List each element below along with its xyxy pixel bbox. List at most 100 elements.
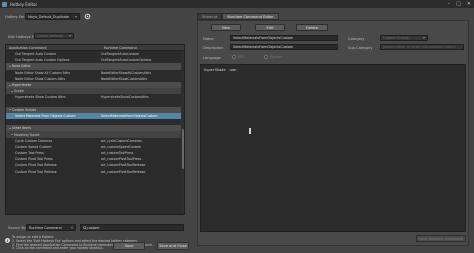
gear-icon[interactable] [84, 13, 91, 20]
application-command-cell: Hypershade Show Custom Attrs [6, 95, 101, 99]
scrollbar-thumb[interactable] [181, 129, 184, 169]
application-command-text: Modeling Toolkit [14, 132, 40, 137]
application-command-text: Node Editor Show Custom Attrs [15, 76, 66, 81]
hotkey-set-value: Maya_Default_Duplicate [28, 14, 70, 19]
description-field[interactable]: SelectMaterialsFromObjectsCustom [230, 44, 338, 50]
application-command-text: Select Materials From Objects Custom [15, 113, 76, 118]
application-command-text: Node Editor [12, 64, 31, 69]
save-runtime-command-button[interactable]: Save Runtime Command [416, 235, 466, 242]
edit-hotkeys-for-dropdown[interactable]: Global (default) [34, 33, 74, 39]
application-command-cell: Graph [6, 89, 101, 93]
application-command-cell: Custom Pivot Tool Press [6, 157, 101, 161]
application-command-text: Custom Pivot Tool Press [15, 157, 53, 162]
expand-triangle-icon[interactable] [11, 134, 13, 136]
description-label: Description [203, 46, 224, 50]
chevron-down-icon [75, 15, 77, 18]
application-command-text: Custom Speed Custom [15, 144, 52, 149]
list-scrollbar[interactable] [181, 51, 184, 214]
info-icon: i [5, 238, 10, 243]
command-list: Application Command Runtime Command Out … [5, 44, 185, 215]
application-command-text: Custom Scripts [12, 107, 37, 112]
application-command-cell: Custom Speed Custom [6, 145, 101, 149]
search-by-dropdown[interactable]: Runtime Command [26, 224, 76, 231]
tab-runtime-command-editor[interactable]: Runtime Command Editor [222, 13, 279, 20]
application-command-cell: Node Editor [6, 64, 101, 68]
application-command-text: Out Tangent Auto Custom Options [15, 58, 70, 63]
runtime-command-cell: art_customPivotToolRelease [101, 163, 146, 168]
application-command-text: Out Tangent Auto Custom [15, 52, 57, 57]
application-command-cell: Out Tangent Auto Custom [6, 52, 101, 56]
column-header-runtime[interactable]: Runtime Command [101, 45, 184, 50]
runtime-command-cell: SelectMaterialsFromObjectsCustom [101, 113, 158, 118]
name-field[interactable]: SelectMaterialsFromObjectsCustom [230, 35, 338, 41]
category-label: Category [348, 37, 365, 41]
application-command-text: Custom Tool Press [15, 151, 44, 156]
application-command-text: Cycle Custom Cameras [15, 138, 53, 143]
close-icon[interactable]: ✕ [467, 1, 471, 7]
mel-label: MEL [238, 55, 246, 59]
application-command-cell: Node Editor Show All Custom Attrs [6, 71, 101, 75]
application-command-text: Custom Pivot Tool Release [15, 163, 57, 168]
name-label: Name [203, 37, 214, 41]
application-command-text: Hypershade [12, 83, 32, 88]
search-by-label: Search By [8, 226, 27, 230]
python-radio[interactable] [264, 55, 268, 59]
column-header-application[interactable]: Application Command [6, 45, 101, 50]
application-command-cell: Modeling Toolkit [6, 133, 101, 137]
sub-category-field[interactable]: (Leave blank, or enter sub-category name… [380, 44, 464, 50]
minimize-icon[interactable]: – [448, 1, 451, 7]
sub-category-label: Sub-Category [348, 46, 373, 50]
application-command-text: Node Editor Show All Custom Attrs [15, 70, 71, 75]
edit-hotkeys-for-value: Global (default) [37, 34, 64, 38]
search-value: custom [87, 225, 100, 230]
category-dropdown[interactable]: Custom Scripts [380, 35, 428, 41]
application-command-cell: Node Editor Show Custom Attrs [6, 77, 101, 81]
application-command-cell: Out Tangent Auto Custom Options [6, 58, 101, 62]
window-title: Hotkey Editor [10, 1, 38, 7]
expand-triangle-icon[interactable] [9, 65, 11, 67]
runtime-command-cell: NodeEditorShowAllCustomAttrs [101, 70, 152, 75]
hotkey-set-dropdown[interactable]: Maya_Default_Duplicate [25, 13, 80, 20]
app-icon [2, 1, 7, 7]
search-icon [82, 226, 87, 230]
table-row[interactable]: Custom Pivot Tool Release art_customPivot… [6, 169, 184, 175]
application-command-text: Hypershade Show Custom Attrs [15, 95, 66, 100]
application-command-cell: Other Items [6, 126, 101, 130]
save-button[interactable]: Save [113, 242, 145, 250]
python-label: Python [270, 55, 283, 59]
edit-button[interactable]: Edit [255, 24, 285, 31]
expand-triangle-icon[interactable] [9, 127, 11, 129]
edit-hotkeys-for-label: Edit Hotkeys For [8, 35, 38, 39]
tab-shortcut[interactable]: Shortcut [197, 13, 223, 20]
script-text: hyperShade -smn [204, 68, 237, 72]
runtime-command-cell: art_customPivotToolRelease [101, 169, 146, 174]
window-controls: – □ ✕ [448, 1, 471, 7]
application-command-cell: Custom Scripts [6, 108, 101, 112]
expand-triangle-icon[interactable] [11, 90, 13, 92]
new-button[interactable]: New [211, 24, 241, 31]
application-command-text: Custom Pivot Tool Release [15, 169, 57, 174]
delete-button[interactable]: Delete [296, 24, 328, 31]
mel-radio[interactable] [232, 55, 236, 59]
runtime-command-cell: OutTangentAutoCustomOptions [101, 58, 152, 63]
application-command-cell: Select Materials From Objects Custom [6, 114, 101, 118]
save-and-close-button[interactable]: Save and Close [157, 242, 189, 250]
runtime-command-cell: art_customSpeedCustom [101, 144, 142, 149]
text-cursor-icon [249, 128, 251, 134]
python-option[interactable]: Python [264, 55, 282, 59]
runtime-command-cell: art_cycleCustomCameras [101, 138, 142, 143]
language-label: Language [203, 56, 221, 60]
application-command-text: Graph [14, 89, 24, 94]
expand-triangle-icon[interactable] [9, 84, 11, 86]
script-editor[interactable]: hyperShade -smn [200, 64, 466, 232]
expand-triangle-icon[interactable] [9, 109, 11, 111]
chevron-down-icon [71, 226, 73, 229]
category-value: Custom Scripts [383, 36, 409, 40]
mel-option[interactable]: MEL [232, 55, 245, 59]
application-command-cell: Cycle Custom Cameras [6, 139, 101, 143]
application-command-cell: Custom Tool Press [6, 151, 101, 155]
search-input[interactable]: custom [80, 224, 184, 231]
title-bar: Hotkey Editor – □ ✕ [0, 0, 474, 8]
maximize-icon[interactable]: □ [456, 1, 461, 7]
runtime-command-cell: art_customToolPress [101, 151, 134, 156]
